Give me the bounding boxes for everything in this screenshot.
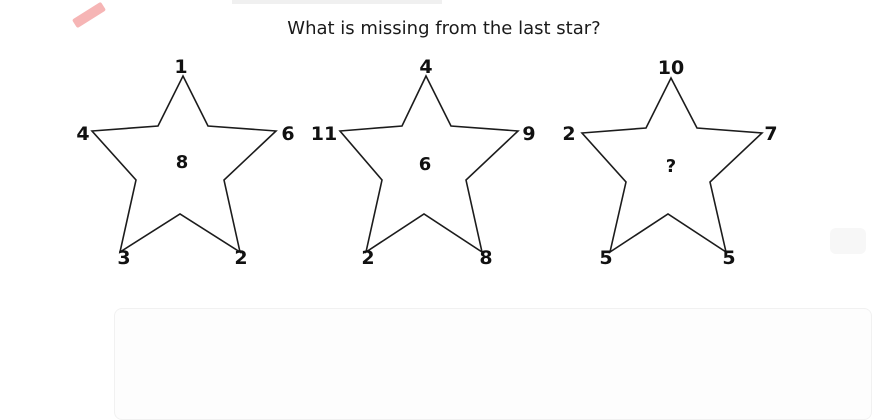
star-1-top-number: 1 [174,56,187,78]
star-2-left-number: 11 [311,123,337,145]
star-3-bottom-left-number: 5 [599,247,612,269]
star-3: 10 7 5 5 2 ? [562,57,777,269]
star-1-left-number: 4 [76,123,89,145]
star-3-bottom-right-number: 5 [722,247,735,269]
star-2: 4 9 8 2 11 6 [311,56,536,269]
star-3-top-number: 10 [658,57,684,79]
star-1-bottom-right-number: 2 [234,247,247,269]
star-3-center-number: ? [666,156,676,177]
star-1: 1 6 2 3 4 8 [76,56,294,269]
star-2-right-number: 9 [522,123,535,145]
star-3-right-number: 7 [764,123,777,145]
star-1-bottom-left-number: 3 [117,247,130,269]
star-2-top-number: 4 [419,56,432,78]
faint-answer-panel [114,308,872,420]
star-2-bottom-right-number: 8 [479,247,492,269]
star-1-center-number: 8 [176,152,189,173]
star-1-right-number: 6 [281,123,294,145]
star-2-bottom-left-number: 2 [361,247,374,269]
star-3-left-number: 2 [562,123,575,145]
star-2-center-number: 6 [419,154,432,175]
faint-side-button [830,228,866,254]
